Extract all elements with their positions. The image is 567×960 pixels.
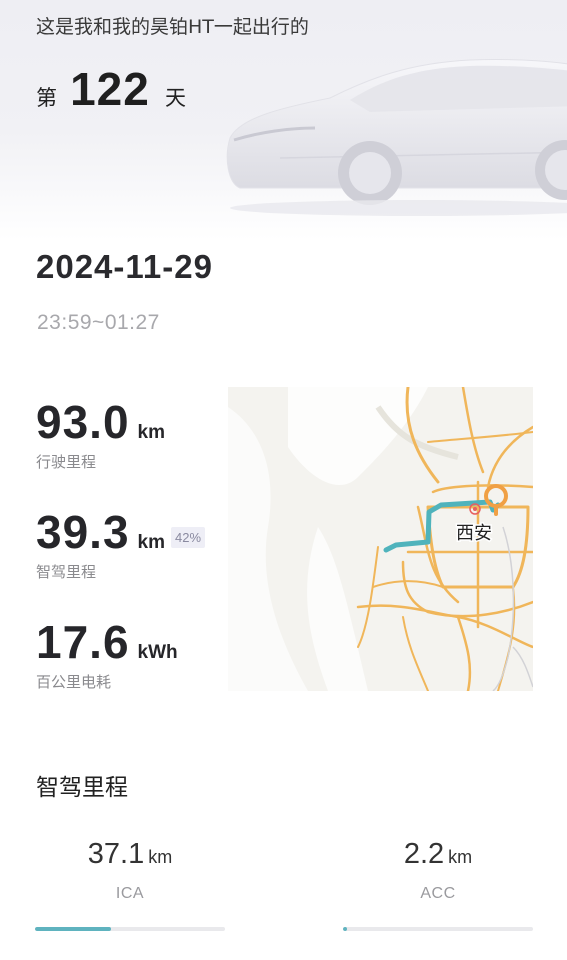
stat-consumption: 17.6 kWh 百公里电耗 [36,615,236,692]
adas-mode-ica: 37.1 km ICA [35,838,225,903]
distance-label: 行驶里程 [36,453,97,471]
smart-distance-unit: km [137,532,165,553]
acc-unit: km [448,847,473,867]
acc-progress-fill [343,927,347,931]
map-city-label: 西安 [456,523,492,544]
route-map[interactable]: 西安 [228,387,533,691]
smart-distance-value: 39.3 [36,506,130,558]
day-prefix: 第 [36,86,57,110]
trip-summary-screen: 这是我和我的昊铂HT一起出行的 第 122 天 2024-11-29 23:59… [0,0,567,960]
day-count: 122 [70,63,150,115]
ica-value: 37.1 [87,838,145,870]
adas-mode-acc: 2.2 km ACC [343,838,533,903]
ica-unit: km [148,847,173,867]
hero-banner: 这是我和我的昊铂HT一起出行的 第 122 天 [0,0,567,240]
trip-time-range: 23:59~01:27 [37,311,160,334]
adas-section-title: 智驾里程 [36,775,128,801]
stat-smart-distance: 39.3 km 42% 智驾里程 [36,505,236,582]
acc-value: 2.2 [403,838,445,870]
smart-distance-percent-badge: 42% [171,527,206,548]
consumption-value: 17.6 [36,616,130,668]
acc-progress-track [343,927,533,931]
day-suffix: 天 [164,86,186,110]
consumption-unit: kWh [137,642,178,663]
consumption-label: 百公里电耗 [36,673,112,691]
smart-distance-label: 智驾里程 [36,563,97,581]
ica-progress-track [35,927,225,931]
car-image [226,58,567,216]
distance-unit: km [137,422,165,443]
acc-label: ACC [420,885,456,902]
ica-progress-fill [35,927,111,931]
stat-distance: 93.0 km 行驶里程 [36,395,236,472]
ica-label: ICA [115,885,145,902]
header-subtitle: 这是我和我的昊铂HT一起出行的 [36,16,309,38]
distance-value: 93.0 [36,396,130,448]
day-count-row: 第 122 天 [36,62,186,115]
trip-date: 2024-11-29 [36,248,213,285]
